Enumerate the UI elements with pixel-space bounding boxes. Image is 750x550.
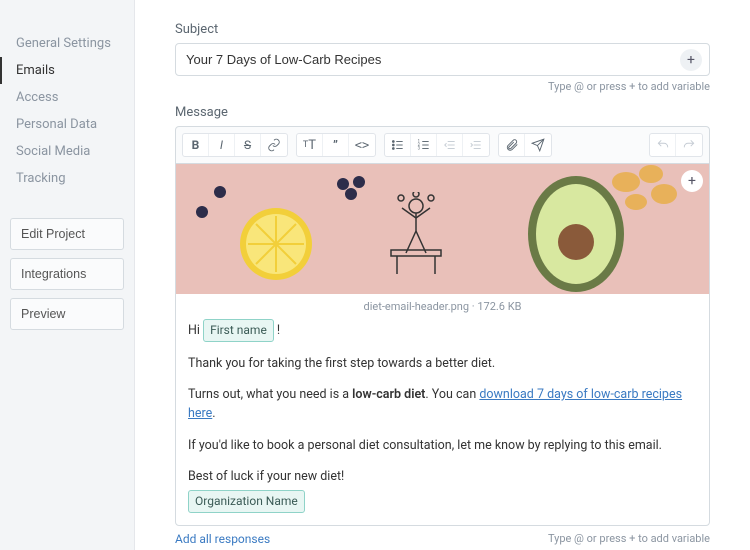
nav-access[interactable]: Access	[0, 84, 124, 111]
editor-toolbar: B I S TT ” <> 123	[175, 126, 710, 163]
paragraph-2: Turns out, what you need is a low-carb d…	[188, 385, 697, 424]
greeting-prefix: Hi	[188, 323, 203, 338]
main-panel: Subject + Type @ or press + to add varia…	[135, 0, 750, 550]
outdent-button[interactable]	[437, 134, 463, 156]
undo-button[interactable]	[650, 134, 676, 156]
add-all-responses-link[interactable]: Add all responses	[175, 532, 270, 546]
firstname-variable-chip[interactable]: First name	[203, 319, 274, 342]
bold-button[interactable]: B	[183, 134, 209, 156]
preview-button[interactable]: Preview	[10, 298, 124, 330]
message-hint: Type @ or press + to add variable	[548, 532, 710, 546]
message-editor[interactable]: + diet-email-header.png · 172.6 KB Hi Fi…	[175, 163, 710, 526]
numbered-list-button[interactable]: 123	[411, 134, 437, 156]
nav-emails[interactable]: Emails	[0, 57, 124, 84]
nav-tracking[interactable]: Tracking	[0, 165, 124, 192]
indent-button[interactable]	[463, 134, 489, 156]
subject-hint: Type @ or press + to add variable	[175, 80, 710, 93]
redo-button[interactable]	[676, 134, 702, 156]
subject-label: Subject	[175, 22, 710, 37]
svg-text:3: 3	[417, 146, 420, 151]
email-hero-image: +	[176, 164, 709, 294]
edit-project-button[interactable]: Edit Project	[10, 218, 124, 250]
greeting-suffix: !	[274, 323, 280, 338]
paragraph-1: Thank you for taking the first step towa…	[188, 354, 697, 373]
subject-input[interactable]	[175, 43, 710, 76]
italic-button[interactable]: I	[209, 134, 235, 156]
orgname-variable-chip[interactable]: Organization Name	[188, 490, 305, 513]
attachment-button[interactable]	[499, 134, 525, 156]
paragraph-3: If you'd like to book a personal diet co…	[188, 436, 697, 455]
hero-caption: diet-email-header.png · 172.6 KB	[176, 294, 709, 319]
code-button[interactable]: <>	[349, 134, 375, 156]
send-button[interactable]	[525, 134, 551, 156]
bold-text: low-carb diet	[352, 387, 425, 402]
nav-social-media[interactable]: Social Media	[0, 138, 124, 165]
message-body[interactable]: Hi First name ! Thank you for taking the…	[176, 319, 709, 525]
sidebar: General Settings Emails Access Personal …	[0, 0, 135, 550]
nav-personal-data[interactable]: Personal Data	[0, 111, 124, 138]
strike-button[interactable]: S	[235, 134, 261, 156]
nav-general-settings[interactable]: General Settings	[0, 30, 124, 57]
bulleted-list-button[interactable]	[385, 134, 411, 156]
textsize-button[interactable]: TT	[297, 134, 323, 156]
paragraph-4: Best of luck if your new diet!	[188, 467, 697, 486]
message-label: Message	[175, 105, 710, 120]
integrations-button[interactable]: Integrations	[10, 258, 124, 290]
quote-button[interactable]: ”	[323, 134, 349, 156]
subject-add-variable-button[interactable]: +	[680, 49, 702, 71]
link-button[interactable]	[261, 134, 287, 156]
